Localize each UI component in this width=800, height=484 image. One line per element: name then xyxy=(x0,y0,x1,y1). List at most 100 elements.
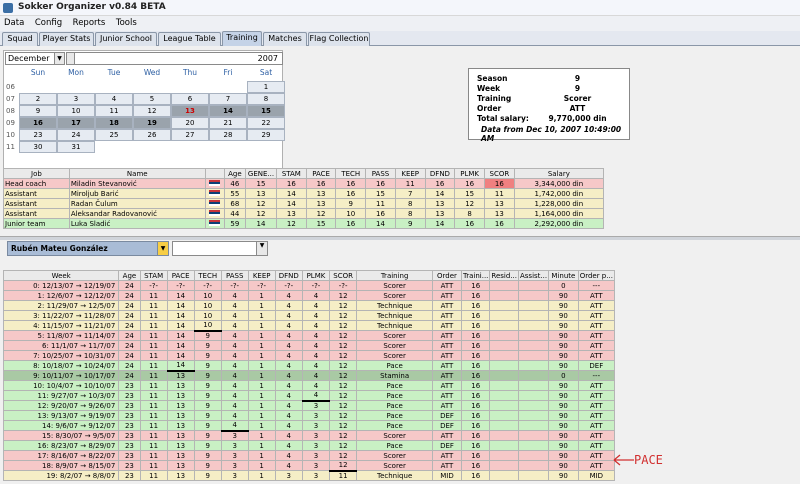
tab-flag-collection[interactable]: Flag Collection xyxy=(308,32,370,46)
staff-col-header[interactable]: TECH xyxy=(335,168,367,179)
calendar-day[interactable]: 28 xyxy=(209,129,247,141)
calendar-day[interactable]: 21 xyxy=(209,117,247,129)
calendar-day[interactable]: 30 xyxy=(19,141,57,153)
history-col-header[interactable]: KEEP xyxy=(247,270,276,281)
staff-row[interactable]: Junior team Luka Sladić 59 14 12 15 16 14 9 14 16 1… xyxy=(3,218,605,229)
staff-col-header[interactable]: STAM xyxy=(275,168,307,179)
calendar-day[interactable]: 19 xyxy=(133,117,171,129)
calendar-day[interactable]: 17 xyxy=(57,117,95,129)
history-row[interactable]: 16: 8/23/07 → 8/29/07 23 11 13 9 3 1 4 3 12 Pace DE… xyxy=(2,440,616,451)
staff-row[interactable]: Assistant Radan Čulum 68 12 14 13 9 11 8 13 12 13 1,… xyxy=(3,198,605,209)
menu-data[interactable]: Data xyxy=(0,16,28,28)
tab-player-stats[interactable]: Player Stats xyxy=(39,32,94,46)
chevron-down-icon[interactable]: ▼ xyxy=(256,242,267,255)
staff-row[interactable]: Assistant Miroljub Barić 55 13 14 13 16 15 7 14 15… xyxy=(3,188,605,199)
history-row[interactable]: 10: 10/4/07 → 10/10/07 23 11 13 9 4 1 4 4 12 Pace A… xyxy=(2,380,616,391)
menu-reports[interactable]: Reports xyxy=(69,16,110,28)
staff-col-header[interactable]: PACE xyxy=(305,168,337,179)
history-col-header[interactable]: Resid... xyxy=(489,270,519,281)
calendar-day[interactable]: 27 xyxy=(171,129,209,141)
history-col-header[interactable]: Training xyxy=(356,270,433,281)
calendar-day[interactable]: 3 xyxy=(57,93,95,105)
calendar-day[interactable]: 18 xyxy=(95,117,133,129)
month-select[interactable]: December ▼ xyxy=(5,52,65,65)
history-col-header[interactable]: Order p... xyxy=(577,270,616,281)
staff-col-header[interactable] xyxy=(204,168,225,179)
history-col-header[interactable]: SCOR xyxy=(329,270,358,281)
calendar-day[interactable]: 24 xyxy=(57,129,95,141)
history-row[interactable]: 7: 10/25/07 → 10/31/07 24 11 14 9 4 1 4 4 12 Score… xyxy=(2,350,616,361)
history-row[interactable]: 14: 9/6/07 → 9/12/07 23 11 13 9 4 1 4 3 12 Pace DEF… xyxy=(2,420,616,432)
history-row[interactable]: 6: 11/1/07 → 11/7/07 24 11 14 9 4 1 4 4 12 Scorer A… xyxy=(2,340,616,351)
tab-junior-school[interactable]: Junior School xyxy=(95,32,157,46)
calendar-day[interactable]: 7 xyxy=(209,93,247,105)
staff-col-header[interactable]: Job xyxy=(3,168,70,179)
calendar-day[interactable]: 6 xyxy=(171,93,209,105)
staff-col-header[interactable]: PASS xyxy=(365,168,396,179)
history-row[interactable]: 2: 11/29/07 → 12/5/07 24 11 14 10 4 1 4 4 12 Techn… xyxy=(2,300,616,311)
staff-col-header[interactable]: Age xyxy=(223,168,247,179)
history-col-header[interactable]: Age xyxy=(118,270,141,281)
history-col-header[interactable]: STAM xyxy=(139,270,168,281)
history-row[interactable]: 11: 9/27/07 → 10/3/07 23 11 13 9 4 1 4 4 12 Pace AT… xyxy=(2,390,616,402)
tab-matches[interactable]: Matches xyxy=(263,32,307,46)
history-row[interactable]: 19: 8/2/07 → 8/8/07 23 11 13 9 3 1 3 3 11 Techniqu… xyxy=(2,470,616,481)
staff-col-header[interactable]: SCOR xyxy=(484,168,515,179)
calendar-day[interactable]: 1 xyxy=(247,81,285,93)
history-col-header[interactable]: Assist... xyxy=(517,270,550,281)
calendar-day[interactable]: 29 xyxy=(247,129,285,141)
staff-col-header[interactable]: GENE... xyxy=(245,168,277,179)
tab-squad[interactable]: Squad xyxy=(2,32,38,46)
history-col-header[interactable]: Minute xyxy=(548,270,579,281)
history-row[interactable]: 3: 11/22/07 → 11/28/07 24 11 14 10 4 1 4 4 12 Tech… xyxy=(2,310,616,321)
history-row[interactable]: 1: 12/6/07 → 12/12/07 24 11 14 10 4 1 4 4 12 Score… xyxy=(2,290,616,301)
history-col-header[interactable]: PACE xyxy=(166,270,195,281)
staff-col-header[interactable]: Name xyxy=(68,168,206,179)
calendar-day[interactable]: 11 xyxy=(95,105,133,117)
tab-league-table[interactable]: League Table xyxy=(158,32,221,46)
calendar-day[interactable]: 22 xyxy=(247,117,285,129)
calendar-day[interactable]: 13 xyxy=(171,105,209,117)
history-row[interactable]: 8: 10/18/07 → 10/24/07 24 11 14 9 4 1 4 4 12 Pace A… xyxy=(2,360,616,372)
history-row[interactable]: 17: 8/16/07 → 8/22/07 23 11 13 9 3 1 4 3 12 Scorer… xyxy=(2,450,616,461)
calendar-day[interactable]: 8 xyxy=(247,93,285,105)
history-col-header[interactable]: Traini... xyxy=(460,270,491,281)
history-row[interactable]: 9: 10/11/07 → 10/17/07 24 11 13 9 4 1 4 4 12 Stami… xyxy=(2,370,616,381)
calendar-day[interactable]: 9 xyxy=(19,105,57,117)
tab-training[interactable]: Training xyxy=(222,31,262,46)
calendar-day[interactable]: 5 xyxy=(133,93,171,105)
calendar-day[interactable]: 15 xyxy=(247,105,285,117)
calendar-day[interactable]: 12 xyxy=(133,105,171,117)
spinner-icon[interactable] xyxy=(67,53,75,64)
staff-col-header[interactable]: PLMK xyxy=(454,168,486,179)
calendar-day[interactable]: 2 xyxy=(19,93,57,105)
history-row[interactable]: 12: 9/20/07 → 9/26/07 23 11 13 9 4 1 4 3 12 Pace AT… xyxy=(2,400,616,411)
calendar-day[interactable]: 20 xyxy=(171,117,209,129)
history-col-header[interactable]: Order xyxy=(432,270,462,281)
calendar-day[interactable]: 23 xyxy=(19,129,57,141)
menu-tools[interactable]: Tools xyxy=(112,16,141,28)
calendar-day[interactable]: 26 xyxy=(133,129,171,141)
calendar-day[interactable]: 10 xyxy=(57,105,95,117)
history-row[interactable]: 4: 11/15/07 → 11/21/07 24 11 14 10 4 1 4 4 12 Tech… xyxy=(2,320,616,332)
calendar-day[interactable]: 16 xyxy=(19,117,57,129)
history-row[interactable]: 5: 11/8/07 → 11/14/07 24 11 14 9 4 1 4 4 12 Scorer… xyxy=(2,330,616,341)
chevron-down-icon[interactable]: ▼ xyxy=(54,53,64,64)
history-row[interactable]: 18: 8/9/07 → 8/15/07 23 11 13 9 3 1 4 3 12 Scorer A… xyxy=(2,460,616,472)
calendar-day[interactable]: 25 xyxy=(95,129,133,141)
history-row[interactable]: 15: 8/30/07 → 9/5/07 23 11 13 9 3 1 4 3 12 Scorer A… xyxy=(2,430,616,441)
history-row[interactable]: 13: 9/13/07 → 9/19/07 23 11 13 9 4 1 4 3 12 Pace DE… xyxy=(2,410,616,421)
history-col-header[interactable]: PASS xyxy=(220,270,249,281)
staff-col-header[interactable]: KEEP xyxy=(394,168,426,179)
staff-row[interactable]: Head coach Miladin Stevanović 46 15 16 16 16 16… xyxy=(3,178,605,189)
chevron-down-icon[interactable]: ▼ xyxy=(157,242,168,255)
calendar-day[interactable]: 31 xyxy=(57,141,95,153)
staff-row[interactable]: Assistant Aleksandar Radovanović 44 12 13 12 1… xyxy=(3,208,605,219)
history-row[interactable]: 0: 12/13/07 → 12/19/07 24 -?- -?- -?- -?- -?- -… xyxy=(2,280,616,291)
calendar-day[interactable]: 4 xyxy=(95,93,133,105)
history-col-header[interactable]: DFND xyxy=(274,270,303,281)
menu-config[interactable]: Config xyxy=(31,16,66,28)
year-spinner[interactable]: 2007 xyxy=(66,52,283,65)
player-select[interactable]: Rubén Mateu González ▼ xyxy=(7,241,169,256)
history-col-header[interactable]: TECH xyxy=(193,270,222,281)
